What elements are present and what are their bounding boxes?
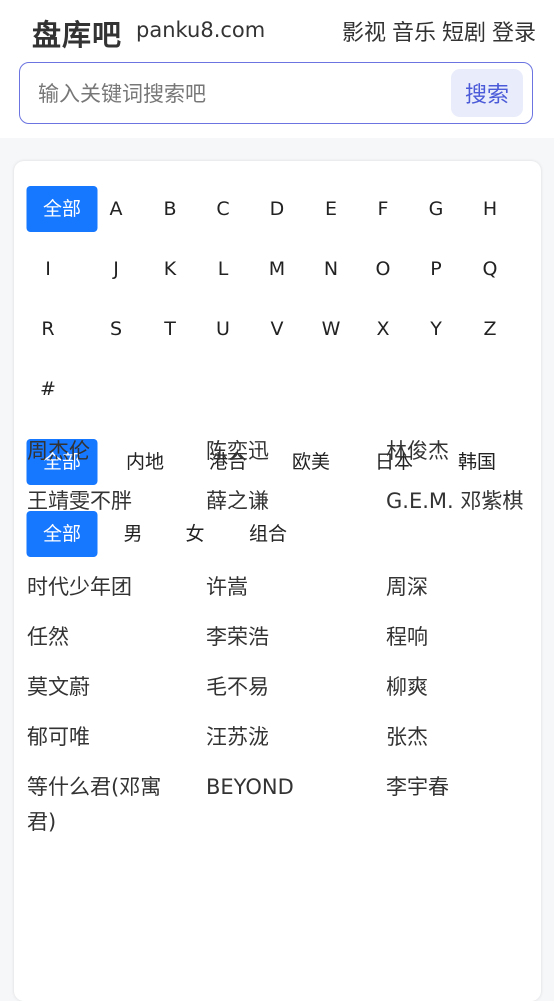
letter-filter-f[interactable]: F	[368, 186, 399, 232]
letter-filter-l[interactable]: L	[208, 246, 239, 292]
letter-filter-y[interactable]: Y	[420, 306, 452, 352]
artist-item[interactable]: 周深	[386, 570, 526, 605]
letter-filter-m[interactable]: M	[259, 246, 295, 292]
search-input[interactable]	[36, 75, 450, 113]
artist-item[interactable]: 等什么君(邓寓君)	[27, 770, 187, 840]
artist-item[interactable]: 张杰	[386, 720, 526, 755]
letter-filter-all[interactable]: 全部	[26, 186, 98, 232]
letter-filter-d[interactable]: D	[260, 186, 295, 232]
letter-filter-v[interactable]: V	[261, 306, 294, 352]
letter-filter-t[interactable]: T	[154, 306, 186, 352]
letter-filter-z[interactable]: Z	[473, 306, 506, 352]
artist-item[interactable]: 周杰伦	[27, 434, 187, 469]
letter-filter-j[interactable]: J	[103, 246, 129, 292]
artist-item[interactable]: 汪苏泷	[206, 720, 366, 755]
letter-filter-w[interactable]: W	[312, 306, 351, 352]
letter-filter-e[interactable]: E	[315, 186, 347, 232]
artist-item[interactable]: 陈奕迅	[206, 434, 366, 469]
site-logo[interactable]: 盘库吧	[32, 12, 122, 54]
letter-filter-u[interactable]: U	[206, 306, 240, 352]
artist-item[interactable]: BEYOND	[206, 770, 366, 805]
artist-item[interactable]: 李宇春	[386, 770, 526, 805]
letter-filter-s[interactable]: S	[100, 306, 132, 352]
nav-music[interactable]: 音乐	[392, 15, 436, 47]
letter-filter-g[interactable]: G	[419, 186, 454, 232]
top-nav: 影视 音乐 短剧 登录	[342, 15, 536, 47]
artist-item[interactable]: 王靖雯不胖	[27, 484, 187, 519]
search-box: 搜索	[19, 62, 533, 124]
artist-item[interactable]: 程响	[386, 620, 526, 655]
letter-filter-n[interactable]: N	[314, 246, 348, 292]
artist-item[interactable]: 李荣浩	[206, 620, 366, 655]
nav-login[interactable]: 登录	[492, 15, 536, 47]
search-button[interactable]: 搜索	[451, 69, 523, 117]
artist-item[interactable]: 任然	[27, 620, 187, 655]
nav-short-drama[interactable]: 短剧	[442, 15, 486, 47]
artist-item[interactable]: 许嵩	[206, 570, 366, 605]
artist-item[interactable]: 薛之谦	[206, 484, 366, 519]
nav-movies[interactable]: 影视	[342, 15, 386, 47]
site-header: 盘库吧 panku8.com 影视 音乐 短剧 登录 搜索	[0, 0, 554, 138]
artist-item[interactable]: G.E.M. 邓紫棋	[386, 484, 526, 519]
artist-item[interactable]: 林俊杰	[386, 434, 526, 469]
letter-filter-x[interactable]: X	[366, 306, 399, 352]
letter-filter-q[interactable]: Q	[473, 246, 508, 292]
letter-filter-c[interactable]: C	[206, 186, 239, 232]
artist-filter-card: 全部 A B C D E F G H I J K L M N O P Q R S T U V W X Y Z # 全部 内地 港台 欧美 日本韩…	[14, 161, 541, 1001]
artist-item[interactable]: 莫文蔚	[27, 670, 187, 705]
letter-filter-h[interactable]: H	[473, 186, 507, 232]
letter-filter-b[interactable]: B	[153, 186, 186, 232]
letter-filter-i[interactable]: I	[35, 246, 61, 292]
artist-item[interactable]: 毛不易	[206, 670, 366, 705]
letter-filter-hash[interactable]: #	[30, 366, 66, 412]
letter-filter-p[interactable]: P	[420, 246, 451, 292]
site-domain: panku8.com	[136, 18, 266, 42]
letter-filter-k[interactable]: K	[154, 246, 186, 292]
artist-item[interactable]: 郁可唯	[27, 720, 187, 755]
letter-filter-o[interactable]: O	[366, 246, 401, 292]
artist-item[interactable]: 柳爽	[386, 670, 526, 705]
letter-filter-r[interactable]: R	[31, 306, 64, 352]
letter-filter-a[interactable]: A	[100, 186, 133, 232]
artist-item[interactable]: 时代少年团	[27, 570, 187, 605]
